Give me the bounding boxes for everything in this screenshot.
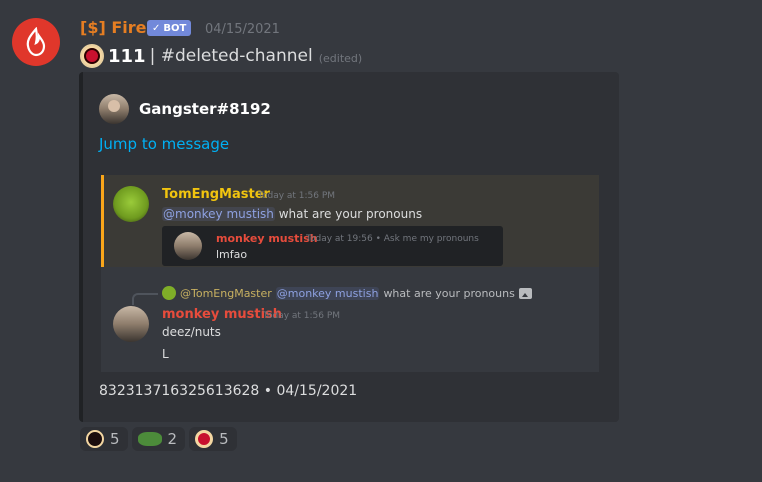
embed-author: Gangster#8192: [99, 94, 271, 124]
fire-bot-avatar[interactable]: [12, 18, 60, 66]
reply-reference[interactable]: @TomEngMaster @monkey mustish what are y…: [162, 286, 532, 300]
bot-tag-label: BOT: [163, 22, 187, 34]
frog-emoji-icon: [137, 432, 162, 446]
reaction-dark-circle[interactable]: 5: [80, 427, 128, 451]
reply-message-timestamp: Today at 1:56 PM: [263, 311, 341, 321]
inner-quote-text: lmfao: [216, 248, 248, 261]
reply-message-line-1: deez/nuts: [162, 325, 221, 339]
quoted-author-name[interactable]: TomEngMaster: [162, 187, 270, 202]
reaction-count: 5: [110, 430, 120, 448]
message-count: 111: [108, 45, 146, 67]
reply-author-name[interactable]: @TomEngMaster: [180, 287, 272, 300]
author-username[interactable]: [$] Fire: [80, 18, 146, 37]
reply-mention[interactable]: @monkey mustish: [275, 286, 380, 300]
reaction-count: 5: [219, 430, 229, 448]
reply-connector: [132, 293, 158, 305]
check-icon: ✓: [152, 22, 161, 34]
image-icon: [518, 287, 532, 299]
red-circle-emoji-icon: [80, 44, 104, 68]
message-text: | #deleted-channel: [149, 46, 313, 66]
message-content: 111 | #deleted-channel (edited): [80, 44, 362, 68]
reply-text: what are your pronouns: [383, 286, 515, 300]
user-mention[interactable]: @monkey mustish: [162, 207, 275, 221]
message-timestamp: 04/15/2021: [205, 22, 280, 37]
inner-quote-embed: [162, 226, 503, 266]
edited-label: (edited): [318, 51, 363, 65]
quoted-timestamp: Today at 1:56 PM: [258, 191, 336, 201]
inner-quote-author[interactable]: monkey mustish: [216, 232, 318, 245]
quoted-text-body: what are your pronouns: [278, 207, 423, 221]
monkey-mustish-avatar[interactable]: [113, 306, 149, 342]
reaction-red-circle[interactable]: 5: [189, 427, 237, 451]
reply-author-avatar: [162, 286, 176, 300]
embed-author-avatar[interactable]: [99, 94, 129, 124]
tomengmaster-avatar[interactable]: [113, 186, 149, 222]
reaction-frog[interactable]: 2: [131, 427, 186, 451]
reaction-count: 2: [167, 430, 178, 448]
dark-circle-emoji-icon: [86, 430, 104, 448]
bot-tag: ✓ BOT: [147, 20, 192, 36]
flame-icon: [26, 27, 46, 57]
inner-quote-timestamp: Today at 19:56 • Ask me my pronouns: [306, 234, 479, 244]
embed-author-name[interactable]: Gangster#8192: [139, 100, 271, 118]
embed-footer: 832313716325613628 • 04/15/2021: [99, 383, 358, 399]
red-circle-emoji-icon: [195, 430, 214, 448]
inner-quote-avatar[interactable]: [174, 232, 202, 260]
quoted-message-text: @monkey mustish what are your pronouns: [162, 207, 422, 221]
jump-to-message-link[interactable]: Jump to message: [99, 135, 229, 153]
reactions-bar: 5 2 5: [80, 427, 237, 451]
reply-message-line-2: L: [162, 347, 169, 361]
